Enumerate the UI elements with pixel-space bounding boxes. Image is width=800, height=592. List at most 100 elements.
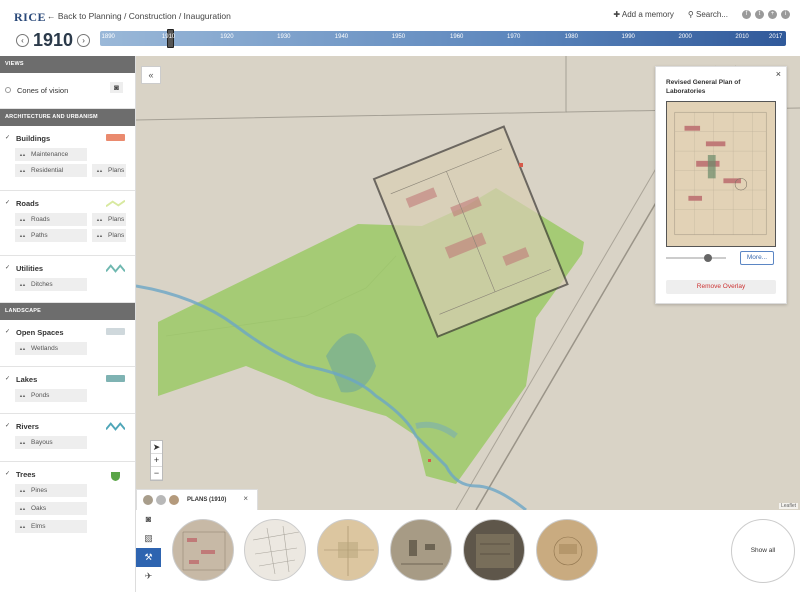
timeline-tick[interactable]: 2010 (735, 34, 748, 40)
lakes-swatch (106, 375, 125, 382)
architecture-header: ARCHITECTURE AND URBANISM (0, 109, 135, 126)
timeline-tick[interactable]: 1980 (565, 34, 578, 40)
show-all-button[interactable]: Show all (731, 519, 795, 583)
trees-label: Trees (16, 469, 36, 479)
leaflet-attribution[interactable]: Leaflet (778, 503, 798, 509)
sublayer-roads[interactable]: Roads (15, 213, 87, 226)
building-marker (519, 163, 523, 167)
timeline-tick[interactable]: 1970 (507, 34, 520, 40)
sublayer-oaks[interactable]: Oaks (15, 502, 87, 515)
open-spaces-label: Open Spaces (16, 327, 64, 337)
facebook-icon[interactable]: f (742, 10, 751, 19)
roads-label: Roads (16, 198, 39, 208)
add-memory-button[interactable]: ✚ Add a memory (613, 10, 674, 19)
open-spaces-check-icon[interactable]: ✓ (5, 329, 11, 335)
twitter-icon[interactable]: t (755, 10, 764, 19)
layer-roads[interactable]: ✓ Roads Roads Plans Paths Plans (0, 191, 135, 256)
timeline-tick[interactable]: 1910 (162, 34, 175, 40)
plan-thumbnail[interactable] (317, 519, 379, 581)
layer-trees[interactable]: ✓ Trees Pines Oaks Elms (0, 462, 135, 542)
timeline-tick[interactable]: 1990 (622, 34, 635, 40)
rivers-swatch (106, 422, 125, 431)
zoom-control: ➤ + − (150, 440, 163, 481)
google-plus-icon[interactable]: + (768, 10, 777, 19)
sublayer-pines[interactable]: Pines (15, 484, 87, 497)
close-icon[interactable]: × (776, 69, 781, 79)
timeline-tick[interactable]: 2017 (769, 34, 782, 40)
plan-thumbnail[interactable] (536, 519, 598, 581)
layer-open-spaces[interactable]: ✓ Open Spaces Wetlands (0, 320, 135, 367)
timeline-tick[interactable]: 1920 (220, 34, 233, 40)
opacity-slider[interactable] (666, 254, 726, 262)
rice-logo[interactable]: RICE (14, 10, 46, 25)
zoom-in-button[interactable]: + (151, 454, 162, 467)
plans-hammer-icon[interactable]: ⚒ (136, 548, 161, 567)
chevron-right-icon[interactable]: › (77, 34, 91, 47)
remove-overlay-button[interactable]: Remove Overlay (666, 280, 776, 294)
overlay-card: Revised General Plan of Laboratories × M… (655, 66, 787, 304)
sublayer-bayous[interactable]: Bayous (15, 436, 87, 449)
airplane-icon[interactable]: ✈ (136, 567, 161, 586)
layer-lakes[interactable]: ✓ Lakes Ponds (0, 367, 135, 414)
timeline-tick[interactable]: 1940 (335, 34, 348, 40)
layer-cones-of-vision[interactable]: Cones of vision ◙ (0, 73, 135, 109)
utilities-check-icon[interactable]: ✓ (5, 265, 11, 271)
sublayer-paths[interactable]: Paths (15, 229, 87, 242)
trees-check-icon[interactable]: ✓ (5, 471, 11, 477)
cones-radio[interactable] (5, 87, 11, 93)
buildings-label: Buildings (16, 133, 51, 143)
dot-icon (169, 495, 179, 505)
sublayer-paths-plans[interactable]: Plans (92, 229, 126, 242)
current-year: 1910 (33, 30, 74, 50)
rivers-check-icon[interactable]: ✓ (5, 423, 11, 429)
camera-icon[interactable]: ◙ (136, 510, 161, 529)
sublayer-buildings-plans[interactable]: Plans (92, 164, 126, 177)
camera-icon[interactable]: ◙ (110, 82, 123, 93)
top-right-actions: ✚ Add a memory ⚲ Search... f t + i (613, 10, 790, 19)
sublayer-ponds[interactable]: Ponds (15, 389, 87, 402)
breadcrumb[interactable]: ← Back to Planning / Construction / Inau… (47, 11, 231, 21)
timeline-tick[interactable]: 1950 (392, 34, 405, 40)
sublayer-wetlands[interactable]: Wetlands (15, 342, 87, 355)
plan-thumbnail[interactable] (463, 519, 525, 581)
plan-thumbnail[interactable] (390, 519, 452, 581)
map-icon[interactable]: ▧ (136, 529, 161, 548)
collapse-sidebar-button[interactable]: « (141, 66, 161, 84)
dot-icon (143, 495, 153, 505)
more-button[interactable]: More... (740, 251, 774, 265)
views-header: VIEWS (0, 56, 135, 73)
timeline-tick[interactable]: 1960 (450, 34, 463, 40)
locate-icon[interactable]: ➤ (151, 441, 162, 454)
plan-thumbnail[interactable] (244, 519, 306, 581)
plans-tab[interactable]: PLANS (1910) × (136, 489, 258, 510)
tree-shield-icon (111, 468, 120, 481)
plan-image[interactable] (666, 101, 776, 247)
utilities-label: Utilities (16, 263, 44, 273)
close-icon[interactable]: × (243, 494, 248, 503)
buildings-swatch (106, 134, 125, 141)
lakes-check-icon[interactable]: ✓ (5, 376, 11, 382)
buildings-check-icon[interactable]: ✓ (5, 135, 11, 141)
zoom-out-button[interactable]: − (151, 467, 162, 480)
sublayer-ditches[interactable]: Ditches (15, 278, 87, 291)
layer-utilities[interactable]: ✓ Utilities Ditches (0, 256, 135, 303)
sublayer-maintenance[interactable]: Maintenance (15, 148, 87, 161)
roads-check-icon[interactable]: ✓ (5, 200, 11, 206)
cones-label: Cones of vision (17, 85, 69, 95)
timeline-bar[interactable]: 1890 1910 1920 1930 1940 1950 1960 1970 1980 1990… (100, 29, 786, 48)
sublayer-roads-plans[interactable]: Plans (92, 213, 126, 226)
timeline-tick[interactable]: 1890 (102, 34, 115, 40)
chevron-left-icon[interactable]: ‹ (16, 34, 29, 47)
info-icon[interactable]: i (781, 10, 790, 19)
sublayer-residential[interactable]: Residential (15, 164, 87, 177)
search-button[interactable]: ⚲ Search... (688, 10, 728, 19)
opacity-slider-knob[interactable] (704, 254, 712, 262)
layer-rivers[interactable]: ✓ Rivers Bayous (0, 414, 135, 462)
timeline-tick[interactable]: 2000 (678, 34, 691, 40)
plan-thumbnail[interactable] (172, 519, 234, 581)
dot-icon (156, 495, 166, 505)
sublayer-elms[interactable]: Elms (15, 520, 87, 533)
layer-buildings[interactable]: ✓ Buildings Maintenance Residential Plans (0, 126, 135, 191)
layers-sidebar: VIEWS Cones of vision ◙ ARCHITECTURE AND… (0, 56, 136, 592)
timeline-tick[interactable]: 1930 (277, 34, 290, 40)
